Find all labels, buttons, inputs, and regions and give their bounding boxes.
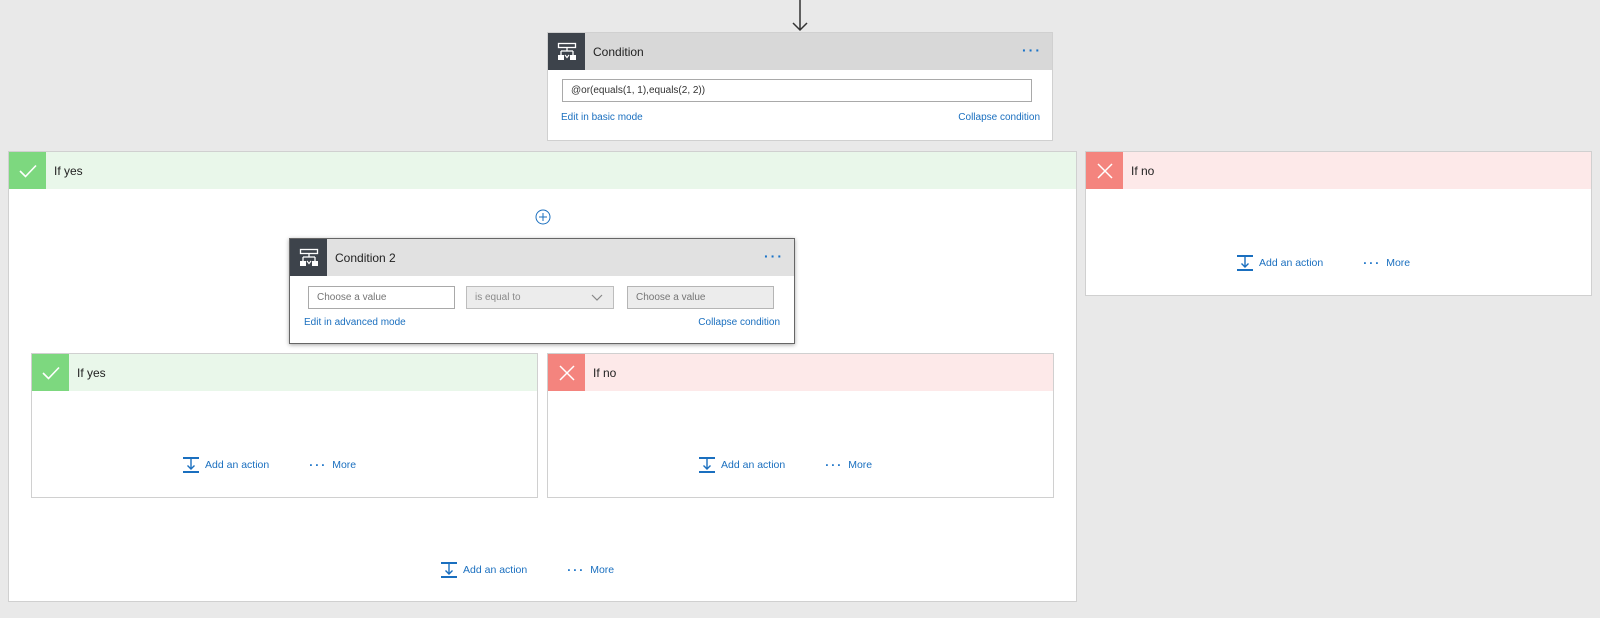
if-no-actions: Add an action ··· More (1236, 254, 1410, 272)
condition-menu-button[interactable]: ··· (1022, 43, 1042, 57)
add-action-icon (183, 457, 199, 473)
nested-if-yes-header[interactable]: If yes (32, 354, 537, 391)
nested-if-no-title: If no (593, 365, 617, 380)
add-action-button[interactable]: Add an action (440, 561, 527, 579)
nested-if-yes-actions: Add an action ··· More (182, 456, 356, 474)
checkmark-icon (32, 354, 69, 391)
more-button[interactable]: ··· More (309, 459, 356, 471)
condition-icon (548, 33, 585, 70)
condition-2-menu-button[interactable]: ··· (764, 249, 784, 263)
if-yes-actions: Add an action ··· More (440, 561, 614, 579)
nested-if-no-header[interactable]: If no (548, 354, 1053, 391)
collapse-condition-link[interactable]: Collapse condition (958, 112, 1040, 123)
if-yes-title: If yes (54, 163, 83, 178)
add-action-icon (699, 457, 715, 473)
chevron-down-icon (591, 294, 603, 301)
more-dots-icon: ··· (567, 563, 586, 577)
more-button[interactable]: ··· More (825, 459, 872, 471)
more-dots-icon: ··· (825, 458, 844, 472)
add-action-button[interactable]: Add an action (698, 456, 785, 474)
more-button[interactable]: ··· More (1363, 257, 1410, 269)
right-value-input[interactable] (627, 286, 774, 309)
nested-if-no-branch: If no Add an action ··· More (547, 353, 1054, 498)
collapse-condition-2-link[interactable]: Collapse condition (698, 317, 780, 328)
add-action-icon (1237, 255, 1253, 271)
left-value-input[interactable] (308, 286, 455, 309)
close-x-icon (548, 354, 585, 391)
insert-step-plus-icon[interactable] (535, 209, 551, 225)
condition-header[interactable]: Condition ··· (548, 33, 1052, 70)
nested-if-yes-title: If yes (77, 365, 106, 380)
operator-select[interactable]: is equal to (466, 286, 614, 309)
nested-if-yes-branch: If yes Add an action ··· More (31, 353, 538, 498)
nested-if-no-actions: Add an action ··· More (698, 456, 872, 474)
more-dots-icon: ··· (309, 458, 328, 472)
if-no-title: If no (1131, 163, 1155, 178)
if-yes-header[interactable]: If yes (9, 152, 1076, 189)
if-no-branch: If no Add an action ··· More (1085, 151, 1592, 296)
condition-2-header[interactable]: Condition 2 ··· (290, 239, 794, 276)
more-button[interactable]: ··· More (567, 564, 614, 576)
add-action-button[interactable]: Add an action (182, 456, 269, 474)
add-action-button[interactable]: Add an action (1236, 254, 1323, 272)
condition-title: Condition (593, 44, 644, 59)
condition-expression-input[interactable] (562, 79, 1032, 102)
edit-basic-mode-link[interactable]: Edit in basic mode (561, 112, 643, 123)
condition-icon (290, 239, 327, 276)
condition-2-title: Condition 2 (335, 250, 396, 265)
edit-advanced-mode-link[interactable]: Edit in advanced mode (304, 317, 406, 328)
add-action-icon (441, 562, 457, 578)
more-dots-icon: ··· (1363, 256, 1382, 270)
if-yes-branch: If yes Condition 2 ··· is equal to Edit … (8, 151, 1077, 602)
condition-2-card: Condition 2 ··· is equal to Edit in adva… (289, 238, 795, 344)
operator-select-value: is equal to (475, 292, 521, 303)
condition-card: Condition ··· Edit in basic mode Collaps… (547, 32, 1053, 141)
close-x-icon (1086, 152, 1123, 189)
checkmark-icon (9, 152, 46, 189)
flow-connector-arrow (792, 0, 808, 32)
if-no-header[interactable]: If no (1086, 152, 1591, 189)
